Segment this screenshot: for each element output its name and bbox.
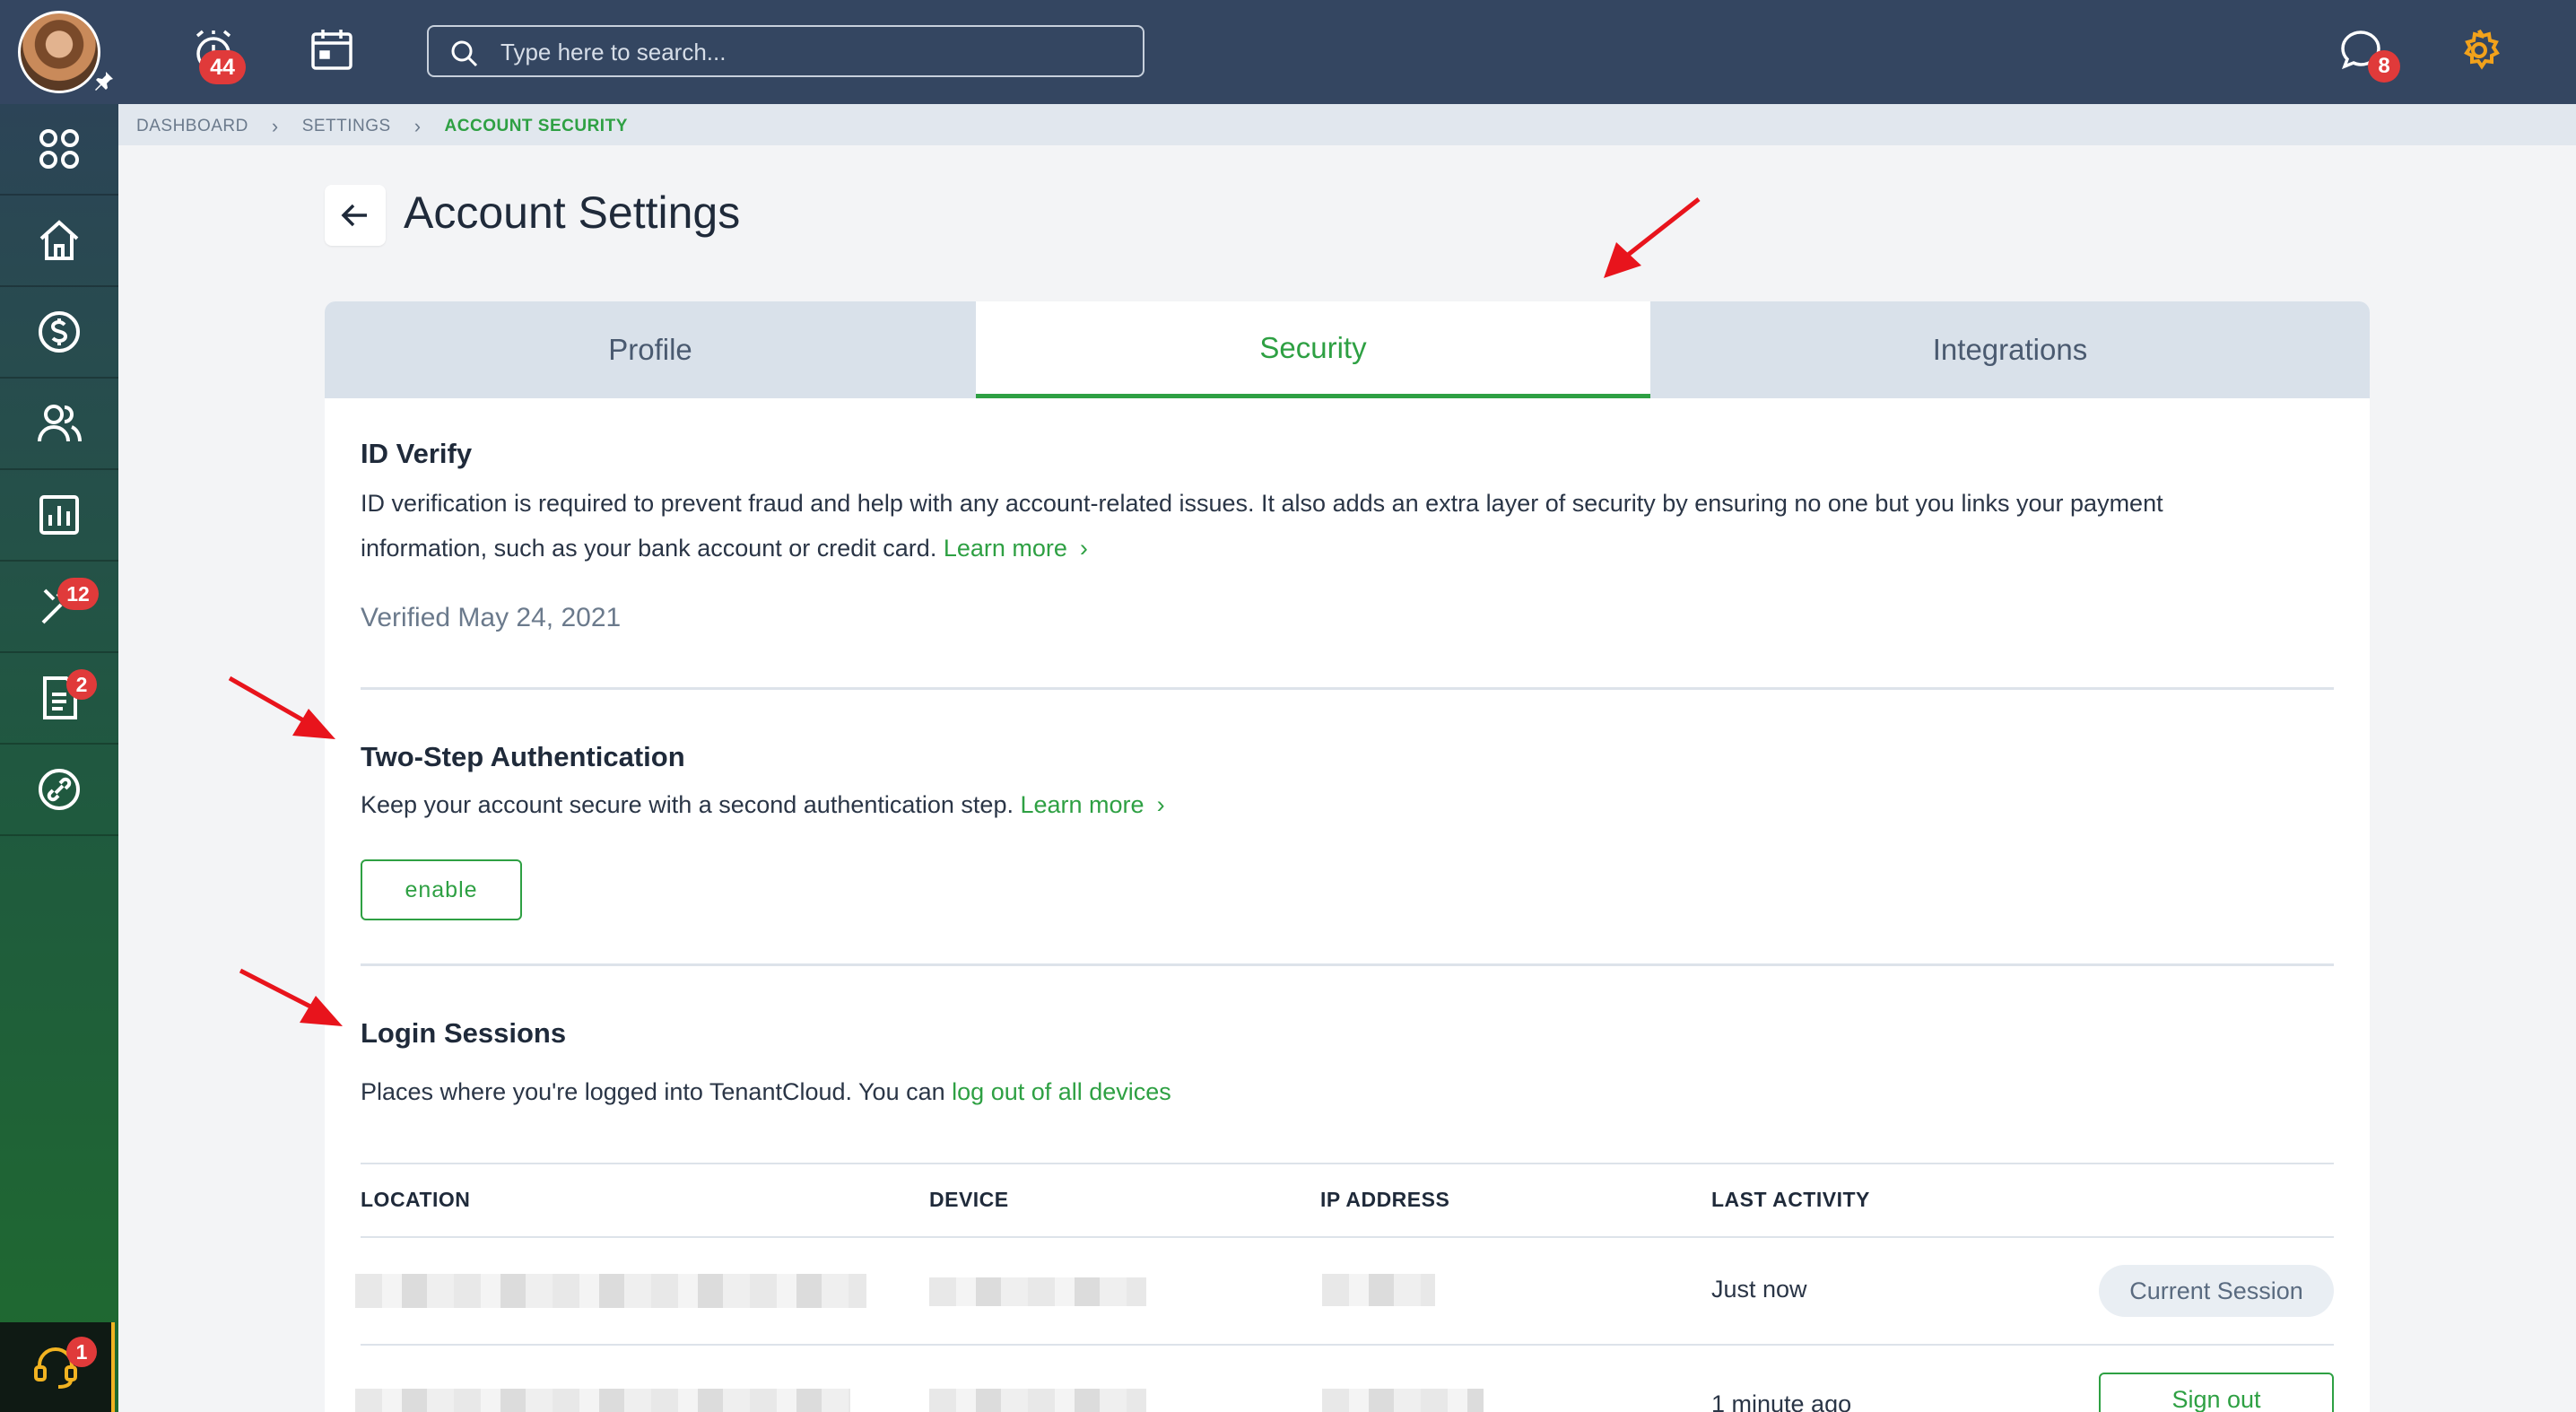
- sidebar-item-maintenance[interactable]: 12: [0, 562, 118, 653]
- link-icon: [39, 769, 80, 810]
- enable-two-step-button[interactable]: enable: [361, 859, 522, 920]
- breadcrumb-dashboard[interactable]: DASHBOARD: [136, 117, 248, 136]
- sidebar: 12 2: [0, 104, 118, 1412]
- chevron-right-icon: ›: [413, 115, 422, 137]
- id-verify-learn-more-link[interactable]: Learn more: [944, 535, 1067, 562]
- settings-gear-icon[interactable]: [2454, 25, 2508, 79]
- tab-security[interactable]: Security: [976, 301, 1650, 398]
- id-verify-text-line2: information, such as your bank account o…: [361, 535, 937, 562]
- tab-profile[interactable]: Profile: [325, 301, 976, 398]
- chevron-right-icon: ›: [271, 115, 279, 137]
- alarm-icon[interactable]: 44: [188, 25, 246, 84]
- documents-badge: 2: [66, 669, 97, 700]
- column-last-activity: LAST ACTIVITY: [1711, 1188, 1870, 1211]
- settings-card: Profile Security Integrations ID Verify …: [325, 301, 2370, 1412]
- dollar-icon: [39, 311, 80, 353]
- divider: [361, 963, 2334, 966]
- alarm-badge: 44: [199, 50, 246, 84]
- chevron-right-icon: ›: [1156, 791, 1165, 818]
- login-sessions-text-row: Places where you're logged into TenantCl…: [361, 1069, 1171, 1114]
- search-icon: [451, 40, 478, 67]
- pin-icon: [93, 70, 115, 92]
- column-location: LOCATION: [361, 1188, 471, 1211]
- reports-icon: [39, 495, 79, 535]
- last-activity: Just now: [1711, 1276, 1807, 1303]
- sidebar-item-integrations[interactable]: [0, 745, 118, 836]
- session-row: Just now Current Session: [355, 1238, 2334, 1346]
- annotation-arrow-icon: [239, 968, 343, 1026]
- column-device: DEVICE: [929, 1188, 1009, 1211]
- sidebar-item-payments[interactable]: [0, 287, 118, 379]
- two-step-text: Keep your account secure with a second a…: [361, 791, 1014, 818]
- sidebar-item-apps[interactable]: [0, 104, 118, 196]
- sign-out-button[interactable]: Sign out: [2099, 1373, 2334, 1412]
- sessions-table-header: LOCATION DEVICE IP ADDRESS LAST ACTIVITY: [361, 1163, 2334, 1238]
- redacted-device: [929, 1389, 1146, 1412]
- last-activity: 1 minute ago: [1711, 1390, 1852, 1412]
- breadcrumb-account-security: ACCOUNT SECURITY: [444, 117, 628, 135]
- two-step-title: Two-Step Authentication: [361, 741, 685, 772]
- redacted-ip-address: [1322, 1389, 1484, 1412]
- user-avatar[interactable]: [18, 11, 100, 93]
- annotation-arrow-icon: [228, 675, 335, 739]
- redacted-ip-address: [1322, 1274, 1435, 1306]
- two-step-learn-more-link[interactable]: Learn more: [1020, 791, 1144, 818]
- redacted-device: [929, 1277, 1146, 1306]
- sidebar-item-reports[interactable]: [0, 470, 118, 562]
- log-out-all-devices-link[interactable]: log out of all devices: [952, 1078, 1171, 1105]
- id-verify-text-line1: ID verification is required to prevent f…: [361, 490, 2163, 517]
- breadcrumb: DASHBOARD › SETTINGS › ACCOUNT SECURITY: [118, 104, 2576, 145]
- search-box[interactable]: [427, 25, 1144, 77]
- column-ip-address: IP ADDRESS: [1320, 1188, 1450, 1211]
- sidebar-item-documents[interactable]: 2: [0, 653, 118, 745]
- redacted-location: [355, 1389, 850, 1412]
- back-button[interactable]: [325, 185, 386, 246]
- annotation-arrow-icon: [1604, 197, 1701, 278]
- calendar-icon[interactable]: [307, 25, 361, 79]
- top-bar: 44 8: [0, 0, 2576, 104]
- id-verify-title: ID Verify: [361, 438, 473, 469]
- apps-icon: [39, 129, 79, 169]
- login-sessions-text: Places where you're logged into TenantCl…: [361, 1078, 945, 1105]
- redacted-location: [355, 1274, 866, 1308]
- tools-badge: 12: [57, 578, 99, 610]
- home-icon: [39, 220, 79, 260]
- arrow-left-icon: [341, 204, 367, 227]
- id-verify-text-line2-row: information, such as your bank account o…: [361, 526, 2163, 571]
- chevron-right-icon: ›: [1079, 535, 1088, 562]
- support-badge: 1: [66, 1337, 97, 1367]
- divider: [361, 687, 2334, 690]
- messages-badge: 8: [2368, 50, 2400, 83]
- messages-icon[interactable]: 8: [2336, 25, 2400, 83]
- two-step-text-row: Keep your account secure with a second a…: [361, 782, 1165, 827]
- sidebar-item-users[interactable]: [0, 379, 118, 470]
- id-verify-text: ID verification is required to prevent f…: [361, 481, 2163, 571]
- tabs: Profile Security Integrations: [325, 301, 2370, 398]
- verified-date: Verified May 24, 2021: [361, 603, 622, 632]
- tab-integrations[interactable]: Integrations: [1650, 301, 2370, 398]
- page-title: Account Settings: [404, 187, 741, 238]
- sidebar-item-home[interactable]: [0, 196, 118, 287]
- login-sessions-title: Login Sessions: [361, 1017, 567, 1049]
- support-button[interactable]: 1: [0, 1322, 115, 1412]
- session-row: 1 minute ago Sign out: [355, 1346, 2334, 1412]
- search-input[interactable]: [500, 36, 1128, 68]
- current-session-badge: Current Session: [2099, 1265, 2334, 1317]
- users-icon: [38, 405, 82, 442]
- breadcrumb-settings[interactable]: SETTINGS: [302, 117, 391, 136]
